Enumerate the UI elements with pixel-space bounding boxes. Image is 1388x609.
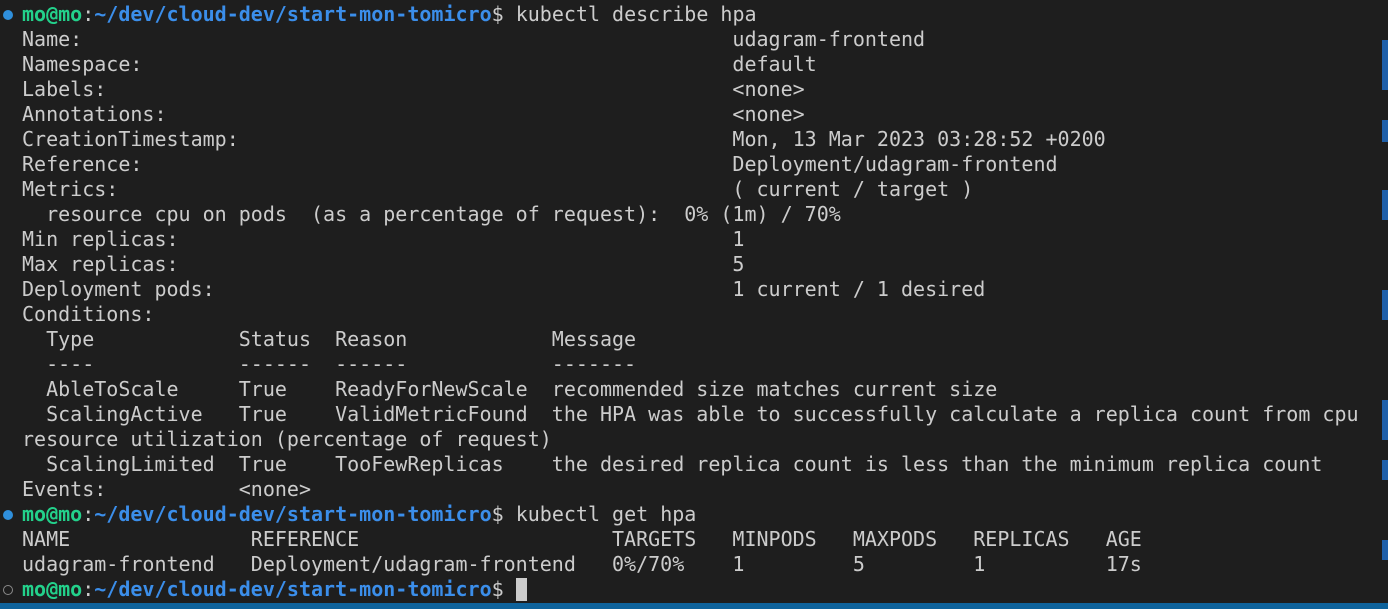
scrollbar-marker [1382, 400, 1388, 440]
output-line: Labels: <none> [22, 77, 805, 101]
scrollbar-marker [1382, 540, 1388, 560]
output-line: CreationTimestamp: Mon, 13 Mar 2023 03:2… [22, 127, 1106, 151]
prompt-separator: : [82, 502, 95, 526]
command-text: kubectl describe hpa [503, 2, 757, 26]
output-line: Conditions: [22, 302, 155, 326]
scrollbar-marker [1382, 190, 1388, 220]
terminal-output: mo@mo:~/dev/cloud-dev/start-mon-tomicro$… [0, 2, 1388, 602]
prompt-user: mo@mo [22, 577, 83, 601]
command-pending-circle-icon[interactable] [3, 585, 13, 595]
output-line: Deployment pods: 1 current / 1 desired [22, 277, 986, 301]
prompt-symbol: $ [491, 2, 504, 26]
prompt-symbol: $ [491, 502, 504, 526]
output-line: udagram-frontend Deployment/udagram-fron… [22, 552, 1142, 576]
scrollbar-marker [1382, 290, 1388, 320]
output-line: Max replicas: 5 [22, 252, 745, 276]
scrollbar-marker [1382, 460, 1388, 480]
prompt-symbol: $ [491, 577, 504, 601]
scrollbar-marker [1382, 40, 1388, 90]
prompt-separator: : [82, 577, 95, 601]
output-line: Name: udagram-frontend [22, 27, 926, 51]
output-line: ---- ------ ------ ------- [22, 352, 637, 376]
scrollbar-marker [1382, 120, 1388, 142]
command-status-dot-icon[interactable] [3, 10, 13, 20]
output-line: Reference: Deployment/udagram-frontend [22, 152, 1058, 176]
output-line: AbleToScale True ReadyForNewScale recomm… [22, 377, 998, 401]
output-line: Namespace: default [22, 52, 817, 76]
prompt-path: ~/dev/cloud-dev/start-mon-tomicro [94, 2, 492, 26]
output-line: ScalingActive True ValidMetricFound the … [22, 402, 1359, 426]
command-text [504, 577, 516, 601]
output-line: Type Status Reason Message [22, 327, 637, 351]
output-line: ScalingLimited True TooFewReplicas the d… [22, 452, 1323, 476]
prompt-line: mo@mo:~/dev/cloud-dev/start-mon-tomicro$… [0, 502, 1388, 527]
output-line: Events: <none> [22, 477, 311, 501]
output-line: resource cpu on pods (as a percentage of… [22, 202, 841, 226]
command-text: kubectl get hpa [503, 502, 697, 526]
prompt-path: ~/dev/cloud-dev/start-mon-tomicro [94, 502, 492, 526]
prompt-line: mo@mo:~/dev/cloud-dev/start-mon-tomicro$ [0, 577, 1388, 602]
prompt-user: mo@mo [22, 2, 83, 26]
prompt-path: ~/dev/cloud-dev/start-mon-tomicro [94, 577, 492, 601]
text-cursor[interactable] [515, 578, 527, 601]
output-line: Min replicas: 1 [22, 227, 745, 251]
command-status-dot-icon[interactable] [3, 510, 13, 520]
output-line: resource utilization (percentage of requ… [22, 427, 552, 451]
prompt-separator: : [82, 2, 95, 26]
prompt-line: mo@mo:~/dev/cloud-dev/start-mon-tomicro$… [0, 2, 1388, 27]
output-line: NAME REFERENCE TARGETS MINPODS MAXPODS R… [22, 527, 1142, 551]
terminal-window[interactable]: mo@mo:~/dev/cloud-dev/start-mon-tomicro$… [0, 0, 1388, 609]
status-accent-bar [0, 603, 1388, 609]
scrollbar[interactable] [1380, 0, 1388, 609]
output-line: Metrics: ( current / target ) [22, 177, 974, 201]
prompt-user: mo@mo [22, 502, 83, 526]
output-line: Annotations: <none> [22, 102, 805, 126]
